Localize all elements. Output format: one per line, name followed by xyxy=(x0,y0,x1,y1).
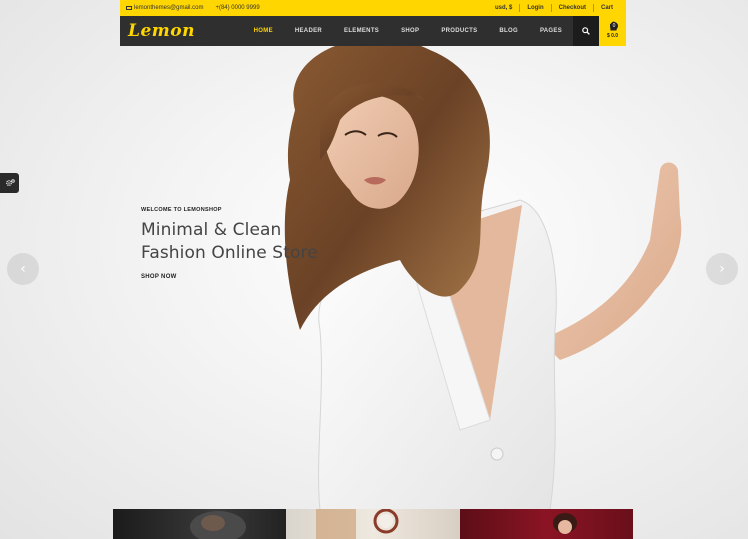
nav-blog[interactable]: BLOG xyxy=(488,28,529,34)
slider-next-button[interactable]: › xyxy=(706,253,738,285)
gear-icon xyxy=(5,179,15,186)
banner-1-image xyxy=(190,511,246,539)
site-logo[interactable]: Lemon xyxy=(120,21,243,41)
nav-home[interactable]: HOME xyxy=(243,28,284,34)
hero-caption: WELCOME TO LEMONSHOP Minimal & Clean Fas… xyxy=(141,207,318,283)
settings-panel-toggle[interactable] xyxy=(0,173,19,193)
login-link[interactable]: Login xyxy=(520,5,550,11)
hero-headline-line2: Fashion Online Store xyxy=(141,243,318,263)
slider-prev-button[interactable]: ‹ xyxy=(7,253,39,285)
search-icon xyxy=(582,27,590,35)
chevron-left-icon: ‹ xyxy=(20,261,26,277)
hero-welcome-text: WELCOME TO LEMONSHOP xyxy=(141,207,222,213)
shop-now-button[interactable]: SHOP NOW xyxy=(141,274,177,280)
nav-products[interactable]: PRODUCTS xyxy=(430,28,488,34)
chevron-right-icon: › xyxy=(719,261,725,277)
nav-pages[interactable]: PAGES xyxy=(529,28,573,34)
hero-slider: lemonthemes@gmail.com +(84) 0000 9999 us… xyxy=(0,0,748,539)
cart-button[interactable]: 0 $ 0.0 xyxy=(599,16,626,46)
banner-2[interactable] xyxy=(286,509,460,539)
topbar-phone[interactable]: +(84) 0000 9999 xyxy=(215,5,259,11)
hero-model-image xyxy=(284,40,682,510)
nav-elements[interactable]: ELEMENTS xyxy=(333,28,390,34)
banner-1[interactable] xyxy=(113,509,287,539)
nav-header[interactable]: HEADER xyxy=(284,28,333,34)
cart-total: $ 0.0 xyxy=(606,33,619,39)
mail-icon xyxy=(126,6,132,10)
cart-count-badge: 0 xyxy=(610,22,618,30)
topbar-email[interactable]: lemonthemes@gmail.com xyxy=(126,5,203,11)
main-menu: HOME HEADER ELEMENTS SHOP PRODUCTS BLOG … xyxy=(243,28,573,34)
email-text: lemonthemes@gmail.com xyxy=(134,5,204,11)
search-button[interactable] xyxy=(573,16,600,46)
nav-shop[interactable]: SHOP xyxy=(390,28,430,34)
hero-headline-line1: Minimal & Clean xyxy=(141,220,282,240)
cart-link[interactable]: Cart xyxy=(594,5,620,11)
currency-selector[interactable]: usd, $ xyxy=(488,5,519,11)
banner-3-image xyxy=(552,513,577,534)
featured-banners xyxy=(113,509,633,539)
banner-2-image xyxy=(316,509,399,539)
topbar: lemonthemes@gmail.com +(84) 0000 9999 us… xyxy=(120,0,626,16)
main-navbar: Lemon HOME HEADER ELEMENTS SHOP PRODUCTS… xyxy=(120,16,626,46)
banner-3[interactable] xyxy=(459,509,633,539)
checkout-link[interactable]: Checkout xyxy=(552,5,593,11)
